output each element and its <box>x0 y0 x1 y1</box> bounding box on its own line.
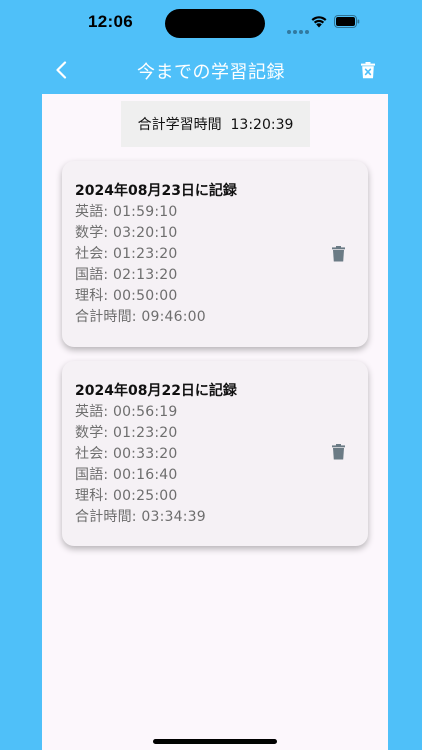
record-card: 2024年08月23日に記録 英語: 01:59:10 数学: 03:20:10… <box>62 161 368 347</box>
record-date: 2024年08月22日に記録 <box>75 383 237 399</box>
record-row-science: 理科: 00:50:00 <box>75 288 178 304</box>
status-bar: 12:06 <box>0 0 422 46</box>
record-row-total: 合計時間: 03:34:39 <box>75 509 206 525</box>
record-row-japanese: 国語: 00:16:40 <box>75 467 178 483</box>
total-study-time: 合計学習時間 13:20:39 <box>121 101 310 147</box>
record-row-japanese: 国語: 02:13:20 <box>75 267 178 283</box>
record-row-english: 英語: 01:59:10 <box>75 204 178 220</box>
record-row-social: 社会: 00:33:20 <box>75 446 178 462</box>
trash-x-icon <box>361 61 375 78</box>
record-date: 2024年08月23日に記録 <box>75 183 237 199</box>
record-row-math: 数学: 01:23:20 <box>75 425 178 441</box>
trash-icon <box>331 246 345 262</box>
home-indicator[interactable] <box>153 739 277 744</box>
record-row-total: 合計時間: 09:46:00 <box>75 309 206 325</box>
record-row-science: 理科: 00:25:00 <box>75 488 178 504</box>
delete-record-button[interactable] <box>330 443 346 461</box>
battery-icon <box>334 15 360 28</box>
app-bar: 今までの学習記録 <box>0 46 422 94</box>
delete-record-button[interactable] <box>330 245 346 263</box>
trash-icon <box>331 444 345 460</box>
signal-dots-icon <box>287 19 311 38</box>
delete-all-button[interactable] <box>356 58 380 82</box>
record-row-social: 社会: 01:23:20 <box>75 246 178 262</box>
record-row-math: 数学: 03:20:10 <box>75 225 178 241</box>
content-sheet: 合計学習時間 13:20:39 2024年08月23日に記録 英語: 01:59… <box>42 94 388 750</box>
record-card: 2024年08月22日に記録 英語: 00:56:19 数学: 01:23:20… <box>62 361 368 546</box>
status-time: 12:06 <box>88 12 133 31</box>
dynamic-island <box>165 9 265 38</box>
record-row-english: 英語: 00:56:19 <box>75 404 178 420</box>
wifi-icon <box>311 16 327 28</box>
